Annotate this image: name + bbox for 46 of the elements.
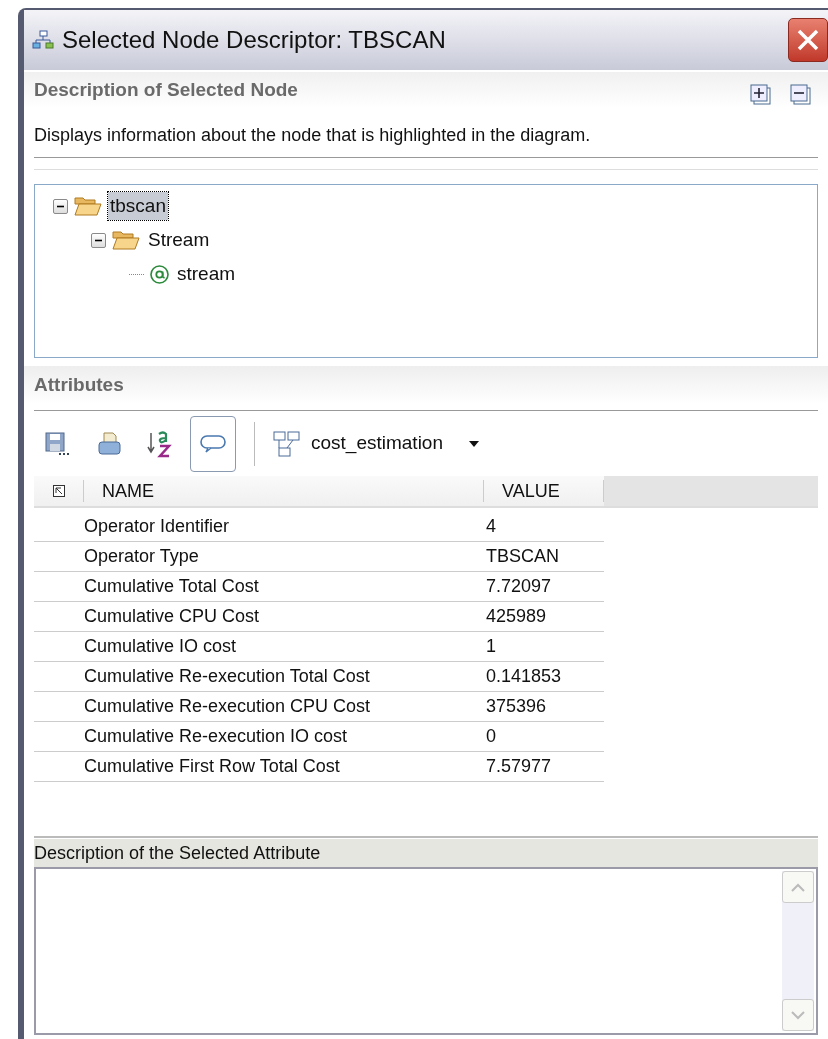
table-cell-text: 4 xyxy=(485,515,496,538)
table-cell-text: Cumulative Re-execution Total Cost xyxy=(83,665,371,688)
table-cell-text: 7.57977 xyxy=(485,755,552,778)
collapse-toggle[interactable] xyxy=(53,198,68,214)
tree-item[interactable]: stream xyxy=(175,259,238,289)
open-folder-icon xyxy=(112,229,140,251)
printer-icon xyxy=(96,430,122,457)
speech-bubble-icon xyxy=(199,432,227,455)
column-header[interactable]: NAME xyxy=(84,480,484,502)
close-button[interactable] xyxy=(788,18,828,62)
diagram-icon xyxy=(273,429,303,458)
attribute-description-field[interactable] xyxy=(34,867,818,1035)
table-cell-text: Cumulative Total Cost xyxy=(83,575,260,598)
table-cell-text: Cumulative Re-execution CPU Cost xyxy=(83,695,372,718)
table-cell-text: 425989 xyxy=(485,605,547,628)
view-dropdown[interactable]: cost_estimation xyxy=(273,429,479,458)
table-cell-text: 7.72097 xyxy=(485,575,552,598)
close-icon xyxy=(796,28,820,52)
table-cell-text: 0.141853 xyxy=(485,665,562,688)
dropdown-caret-icon xyxy=(469,440,479,447)
table-cell-text: Cumulative First Row Total Cost xyxy=(83,755,341,778)
tree-item[interactable]: Stream xyxy=(146,225,212,255)
open-folder-icon xyxy=(74,195,102,217)
table-cell-text: 1 xyxy=(485,635,496,658)
tree-item[interactable]: tbscan xyxy=(108,191,168,221)
field-label: Description of the Selected Attribute xyxy=(34,839,818,867)
collapse-all-icon[interactable] xyxy=(790,84,812,106)
window-title: Selected Node Descriptor: TBSCAN xyxy=(62,25,447,55)
node-hierarchy-icon xyxy=(32,29,54,51)
section-title: Description of Selected Node xyxy=(34,77,299,102)
section-title: Attributes xyxy=(34,372,124,397)
collapse-toggle[interactable] xyxy=(91,232,106,248)
table-cell-text: Cumulative Re-execution IO cost xyxy=(83,725,349,748)
table-cell-text: Cumulative IO cost xyxy=(83,635,238,658)
column-settings-icon[interactable] xyxy=(52,485,65,497)
table-cell-text: Cumulative CPU Cost xyxy=(83,605,261,628)
table-cell-text: 0 xyxy=(485,725,496,748)
toolbar-button[interactable] xyxy=(190,415,236,472)
table-cell-text: TBSCAN xyxy=(485,545,559,568)
table-cell-text: Operator Type xyxy=(83,545,200,568)
table-cell-text: Operator Identifier xyxy=(83,515,231,538)
expand-all-icon[interactable] xyxy=(750,84,772,106)
description-text: Displays information about the node that is highlighted in the diagram. xyxy=(34,108,818,158)
save-icon xyxy=(44,430,70,457)
table-cell-text: 375396 xyxy=(485,695,547,718)
attribute-icon xyxy=(150,264,169,284)
